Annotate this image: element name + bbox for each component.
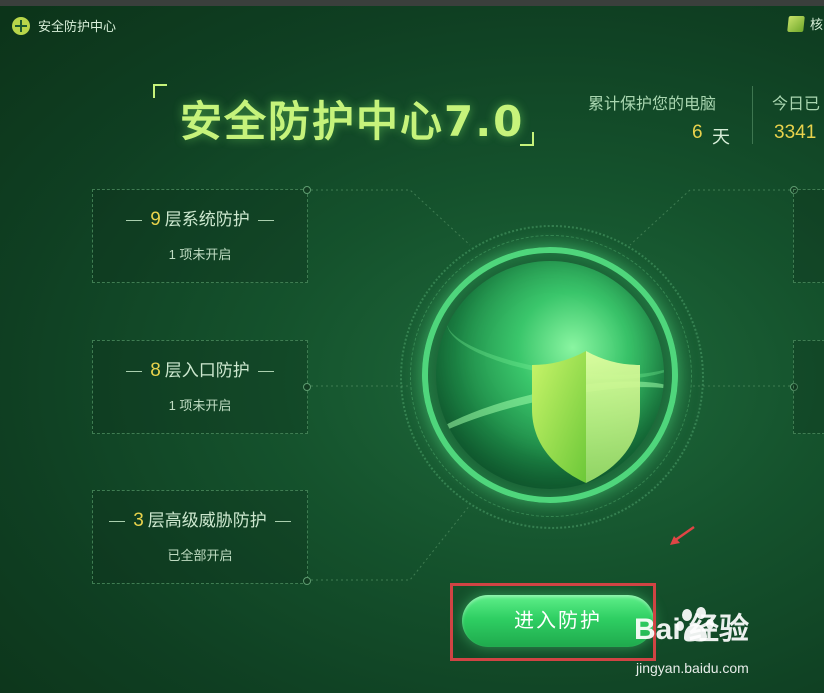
- system-protection-card[interactable]: 9 层系统防护 1 项未开启: [92, 189, 308, 283]
- dash-right: [257, 220, 274, 222]
- shield-icon: [532, 351, 640, 483]
- enter-protection-button[interactable]: 进入防护: [462, 595, 654, 647]
- dash-left: [126, 371, 143, 373]
- dash-left: [109, 521, 126, 523]
- orb-sphere: [436, 261, 664, 489]
- connector-dot: [303, 383, 311, 391]
- dash-right: [274, 521, 291, 523]
- connector-dot: [303, 186, 311, 194]
- baidu-jingyan-watermark: Bai 经验 jingyan.baidu.com: [632, 604, 818, 686]
- dash-right: [257, 371, 274, 373]
- card-status: 1 项未开启: [168, 247, 232, 262]
- entry-protection-card[interactable]: 8 层入口防护 1 项未开启: [92, 340, 308, 434]
- card-title: 3 层高级威胁防护: [93, 506, 307, 532]
- card-label: 层系统防护: [164, 210, 250, 229]
- card-layer-count: 3: [133, 510, 144, 531]
- card-layer-count: 9: [150, 209, 161, 230]
- card-status: 已全部开启: [167, 548, 233, 563]
- protection-orb: [400, 225, 704, 529]
- right-protection-card-middle[interactable]: [793, 340, 824, 434]
- connector-dot: [303, 577, 311, 585]
- card-title: 8 层入口防护: [93, 356, 307, 382]
- card-label: 层入口防护: [164, 361, 250, 380]
- dash-left: [126, 220, 143, 222]
- right-protection-card-top[interactable]: [793, 189, 824, 283]
- annotation-arrow-icon: [670, 525, 695, 545]
- card-layer-count: 8: [150, 360, 161, 381]
- card-label: 层高级威胁防护: [147, 511, 267, 530]
- card-status: 1 项未开启: [168, 398, 232, 413]
- advanced-threat-protection-card[interactable]: 3 层高级威胁防护 已全部开启: [92, 490, 308, 584]
- card-title: 9 层系统防护: [93, 205, 307, 231]
- watermark-url: jingyan.baidu.com: [636, 660, 749, 676]
- paw-icon: [676, 607, 714, 642]
